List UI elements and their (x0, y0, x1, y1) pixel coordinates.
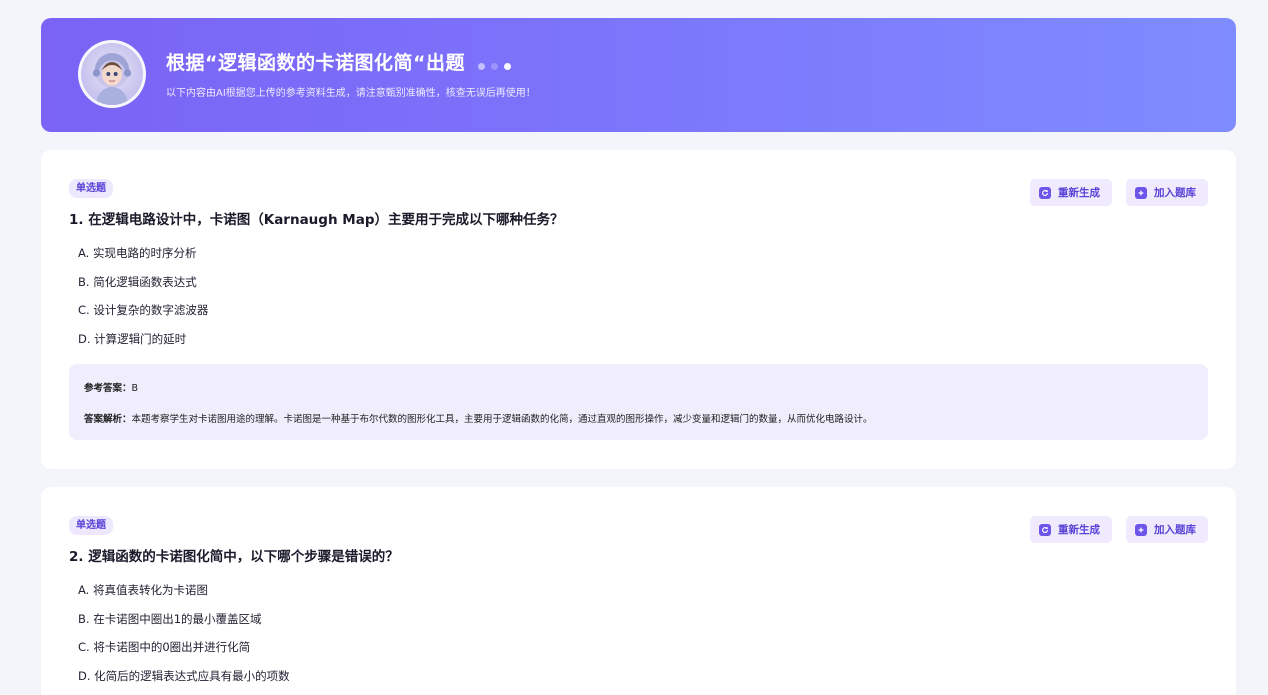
question-title: 1. 在逻辑电路设计中，卡诺图（Karnaugh Map）主要用于完成以下哪种任… (69, 208, 563, 228)
question-title: 2. 逻辑函数的卡诺图化简中，以下哪个步骤是错误的？ (69, 545, 399, 565)
options-list: A. 实现电路的时序分析 B. 简化逻辑函数表达式 C. 设计复杂的数字滤波器 … (78, 245, 208, 359)
option-c[interactable]: C. 设计复杂的数字滤波器 (78, 302, 208, 331)
loading-dots-icon (478, 53, 517, 75)
regenerate-label: 重新生成 (1058, 187, 1100, 199)
option-a[interactable]: A. 实现电路的时序分析 (78, 245, 208, 274)
option-c[interactable]: C. 将卡诺图中的0圈出并进行化简 (78, 639, 290, 668)
question-number: 2. (69, 549, 84, 565)
option-b[interactable]: B. 在卡诺图中圈出1的最小覆盖区域 (78, 611, 290, 640)
question-card: 单选题 重新生成 加入题库 1. 在逻辑电路设计中，卡诺图（Karnaugh M… (41, 150, 1236, 469)
refresh-icon (1039, 523, 1051, 536)
refresh-icon (1039, 186, 1051, 199)
add-to-bank-button[interactable]: 加入题库 (1126, 516, 1208, 543)
question-number: 1. (69, 212, 84, 228)
regenerate-button[interactable]: 重新生成 (1030, 179, 1112, 206)
analysis-label: 答案解析： (84, 414, 132, 425)
option-d[interactable]: D. 计算逻辑门的延时 (78, 331, 208, 360)
page-subtitle: 以下内容由AI根据您上传的参考资料生成，请注意甄别准确性，核查无误后再使用！ (166, 88, 536, 99)
analysis-text: 本题考察学生对卡诺图用途的理解。卡诺图是一种基于布尔代数的图形化工具，主要用于逻… (131, 414, 873, 425)
answer-box: 参考答案：B 答案解析：本题考察学生对卡诺图用途的理解。卡诺图是一种基于布尔代数… (69, 364, 1208, 440)
question-text: 在逻辑电路设计中，卡诺图（Karnaugh Map）主要用于完成以下哪种任务？ (88, 212, 564, 228)
answer-label: 参考答案： (84, 383, 132, 394)
header-banner: 根据“逻辑函数的卡诺图化简“出题 以下内容由AI根据您上传的参考资料生成，请注意… (41, 18, 1236, 132)
regenerate-label: 重新生成 (1058, 524, 1100, 536)
answer-analysis: 答案解析：本题考察学生对卡诺图用途的理解。卡诺图是一种基于布尔代数的图形化工具，… (84, 411, 873, 425)
plus-square-icon (1135, 523, 1147, 536)
regenerate-button[interactable]: 重新生成 (1030, 516, 1112, 543)
reference-answer: 参考答案：B (84, 380, 138, 394)
add-to-bank-label: 加入题库 (1154, 187, 1196, 199)
options-list: A. 将真值表转化为卡诺图 B. 在卡诺图中圈出1的最小覆盖区域 C. 将卡诺图… (78, 582, 290, 695)
option-b[interactable]: B. 简化逻辑函数表达式 (78, 274, 208, 303)
option-a[interactable]: A. 将真值表转化为卡诺图 (78, 582, 290, 611)
ai-avatar (78, 40, 146, 108)
question-card: 单选题 重新生成 加入题库 2. 逻辑函数的卡诺图化简中，以下哪个步骤是错误的？… (41, 487, 1236, 695)
question-type-badge: 单选题 (69, 179, 113, 198)
page-title: 根据“逻辑函数的卡诺图化简“出题 (166, 48, 517, 75)
question-type-badge: 单选题 (69, 516, 113, 535)
answer-value: B (131, 383, 139, 394)
question-text: 逻辑函数的卡诺图化简中，以下哪个步骤是错误的？ (88, 549, 399, 565)
page-title-text: 根据“逻辑函数的卡诺图化简“出题 (166, 52, 465, 74)
plus-square-icon (1135, 186, 1147, 199)
add-to-bank-button[interactable]: 加入题库 (1126, 179, 1208, 206)
add-to-bank-label: 加入题库 (1154, 524, 1196, 536)
option-d[interactable]: D. 化简后的逻辑表达式应具有最小的项数 (78, 668, 290, 695)
